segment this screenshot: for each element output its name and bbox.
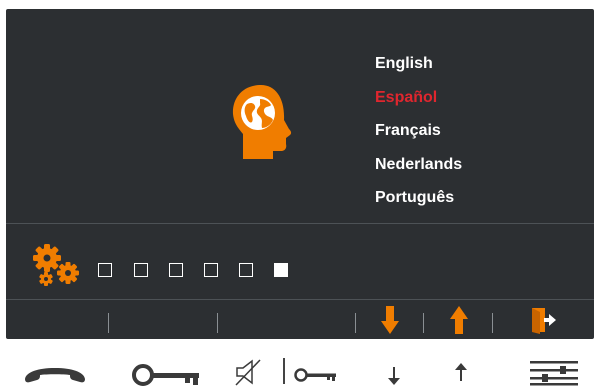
softkey-separator	[108, 313, 109, 333]
gears-icon	[33, 244, 79, 286]
progress-step	[169, 263, 183, 277]
language-option-francais[interactable]: Français	[375, 114, 462, 148]
softkey-separator	[217, 313, 218, 333]
divider	[6, 223, 594, 224]
mute-icon[interactable]	[234, 358, 264, 386]
softkey-separator	[355, 313, 356, 333]
small-arrow-down-icon[interactable]	[387, 367, 401, 385]
hardware-separator	[283, 358, 285, 384]
softkey-bar	[6, 300, 594, 339]
display-screen: English Español Français Nederlands Port…	[6, 9, 594, 339]
small-arrow-up-icon[interactable]	[454, 363, 468, 381]
arrow-down-icon[interactable]	[380, 305, 400, 335]
arrow-up-icon[interactable]	[449, 305, 469, 335]
hardware-buttons	[0, 339, 600, 387]
head-globe-icon	[232, 85, 292, 159]
softkey-separator	[492, 313, 493, 333]
language-option-english[interactable]: English	[375, 47, 462, 81]
exit-door-icon[interactable]	[529, 305, 557, 335]
language-option-nederlands[interactable]: Nederlands	[375, 148, 462, 182]
progress-step-current	[274, 263, 288, 277]
progress-step	[134, 263, 148, 277]
progress-step	[239, 263, 253, 277]
small-key-icon[interactable]	[293, 367, 337, 383]
softkey-separator	[423, 313, 424, 333]
setup-progress-row	[6, 227, 594, 301]
progress-step	[204, 263, 218, 277]
progress-step	[98, 263, 112, 277]
menu-sliders-icon[interactable]	[530, 360, 578, 386]
language-list: English Español Français Nederlands Port…	[375, 47, 462, 215]
language-option-portugues[interactable]: Português	[375, 181, 462, 215]
handset-icon[interactable]	[22, 366, 88, 384]
key-icon[interactable]	[131, 363, 201, 387]
language-option-espanol[interactable]: Español	[375, 81, 462, 115]
